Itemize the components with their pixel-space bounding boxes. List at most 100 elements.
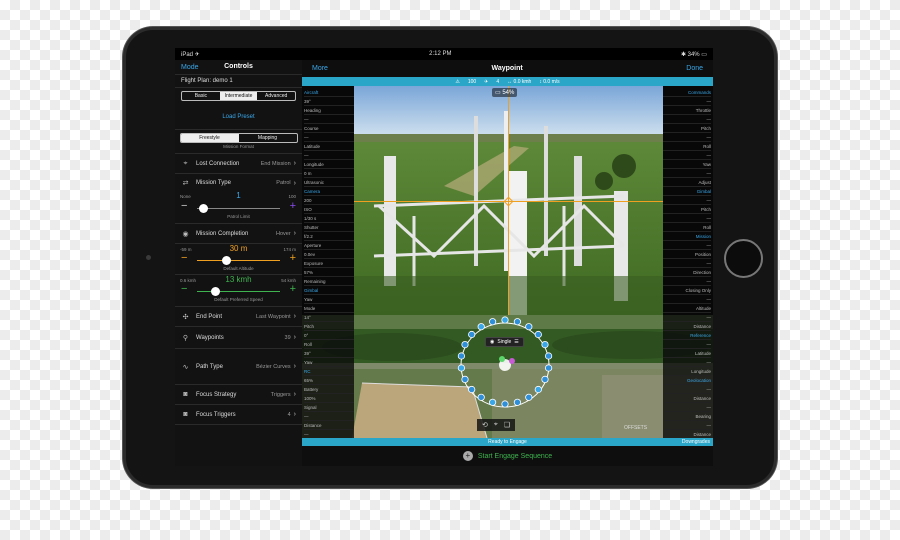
slider-knob[interactable] [199, 204, 209, 213]
waypoint-marker[interactable] [457, 364, 465, 372]
telemetry-left-heading: Camera [304, 187, 354, 196]
telemetry-right-item: Adjust [663, 178, 711, 187]
waypoint-marker[interactable] [525, 323, 533, 331]
telemetry-right-item: Yaw [663, 160, 711, 169]
telemetry-right-item: — [663, 214, 711, 223]
tab-advanced[interactable]: Advanced [257, 92, 295, 100]
waypoint-marker[interactable] [513, 398, 521, 406]
single-mode-button[interactable]: ◉ Single ☰ [485, 337, 524, 347]
waypoint-marker[interactable] [513, 318, 521, 326]
waypoint-marker[interactable] [501, 400, 509, 408]
slider-knob[interactable] [221, 256, 231, 265]
flight-plan-name[interactable]: Flight Plan: demo 1 [175, 74, 302, 88]
chevron-right-icon: › [293, 411, 296, 418]
telemetry-left-item: 0.0ev [304, 250, 354, 259]
tab-freestyle[interactable]: Freestyle [180, 134, 239, 142]
mission-completion-row[interactable]: ◉ Mission Completion Hover › [175, 224, 302, 244]
tab-mapping[interactable]: Mapping [239, 134, 297, 142]
waypoint-marker[interactable] [501, 316, 509, 324]
minus-icon[interactable]: − [181, 200, 187, 212]
done-button[interactable]: Done [686, 65, 703, 72]
front-camera [146, 255, 151, 260]
tab-intermediate[interactable]: Intermediate [219, 92, 258, 100]
waypoint-marker[interactable] [545, 364, 553, 372]
focus-triggers-value: 4 [287, 411, 291, 418]
telemetry-left-item: 57% [304, 268, 354, 277]
waypoint-marker[interactable] [477, 323, 485, 331]
plus-icon[interactable]: + [290, 283, 296, 295]
telemetry-right-item: — [663, 385, 711, 394]
slider-knob[interactable] [210, 287, 220, 296]
lost-connection-label: Lost Connection [196, 160, 240, 167]
status-bar: iPad ✈ 2:12 PM ✱ 34% ▭ [175, 48, 713, 60]
plus-icon[interactable]: + [290, 200, 296, 212]
telemetry-left-item: 14° [304, 313, 354, 322]
tab-basic[interactable]: Basic [182, 92, 220, 100]
telemetry-right-item: — [663, 259, 711, 268]
waypoint-marker[interactable] [541, 375, 549, 384]
lost-connection-row[interactable]: ⌖ Lost Connection End Mission › [175, 154, 302, 174]
poi-marker[interactable] [509, 358, 515, 364]
waypoint-marker[interactable] [461, 340, 469, 349]
telemetry-left-item: ISO [304, 205, 354, 214]
status-left: iPad ✈ [181, 51, 200, 58]
offsets-label[interactable]: OFFSETS [624, 425, 647, 431]
waypoint-marker[interactable] [468, 330, 476, 339]
camera-feed[interactable] [354, 86, 663, 315]
telemetry-left-item: 39° [304, 349, 354, 358]
load-preset-button[interactable]: Load Preset [222, 114, 254, 120]
load-preset-row[interactable]: Load Preset [175, 104, 302, 130]
home-button[interactable] [724, 239, 763, 278]
aircraft-marker[interactable] [499, 356, 505, 362]
end-point-row[interactable]: ✣ End Point Last Waypoint › [175, 307, 302, 327]
minus-icon[interactable]: − [181, 283, 187, 295]
telemetry-right-item: Roll [663, 223, 711, 232]
waypoint-marker[interactable] [477, 393, 485, 401]
mission-format-caption: Mission Format [223, 144, 254, 149]
swap-arrows-icon: ⇄ [182, 180, 189, 187]
history-icon[interactable]: ⟲ [482, 421, 488, 429]
waypoint-marker[interactable] [534, 330, 542, 339]
waypoint-marker[interactable] [461, 375, 469, 384]
telemetry-right-heading: Mission [663, 232, 711, 241]
telemetry-left-item: Longitude [304, 160, 354, 169]
telemetry-right-heading: Reference [663, 331, 711, 340]
zoom-fit-icon[interactable]: ⌖ [494, 421, 498, 429]
waypoint-marker[interactable] [541, 340, 549, 349]
waypoint-marker[interactable] [468, 385, 476, 394]
mission-type-label: Mission Type [196, 180, 231, 186]
waypoint-marker[interactable] [545, 352, 553, 360]
telemetry-left-item: Battery [304, 385, 354, 394]
telemetry-left-item: — [304, 430, 354, 438]
minus-icon[interactable]: − [181, 252, 187, 264]
engage-button[interactable]: Start Engage Sequence [478, 453, 552, 460]
downgrades-label[interactable]: Downgrades [682, 438, 710, 446]
focus-strategy-row[interactable]: ◙ Focus Strategy Triggers › [175, 385, 302, 405]
telemetry-right-heading: Commands [663, 88, 711, 97]
status-time: 2:12 PM [429, 51, 452, 57]
waypoints-row[interactable]: ⚲ Waypoints 39 › [175, 327, 302, 349]
path-type-row[interactable]: ∿ Path Type Bézier Curves › [175, 349, 302, 385]
telemetry-right-item: — [663, 340, 711, 349]
plus-icon[interactable]: + [290, 252, 296, 264]
speed-slider[interactable]: − + [175, 283, 302, 297]
waypoint-marker[interactable] [457, 352, 465, 360]
more-button[interactable]: More [312, 65, 328, 72]
curve-icon: ∿ [182, 363, 189, 371]
patrol-limit-slider[interactable]: − + [175, 200, 302, 214]
telemetry-right-item: Pitch [663, 124, 711, 133]
mission-type-row[interactable]: ⇄ Mission Type Patrol › [175, 174, 302, 192]
waypoint-marker[interactable] [534, 385, 542, 394]
layers-icon[interactable]: ❏ [504, 421, 510, 429]
telemetry-left-heading: Gimbal [304, 286, 354, 295]
telemetry-left-item: Signal [304, 403, 354, 412]
waypoint-marker[interactable] [489, 318, 497, 326]
telemetry-left: Aircraft 39° Heading — Course — Latitude — Longi… [302, 86, 354, 438]
engage-bar[interactable]: + Start Engage Sequence [302, 446, 713, 466]
focus-triggers-row[interactable]: ◙ Focus Triggers 4 › [175, 405, 302, 425]
waypoint-marker[interactable] [525, 393, 533, 401]
target-icon: ◉ [182, 230, 189, 238]
waypoint-marker[interactable] [489, 398, 497, 406]
patrol-limit-value: 1 [236, 191, 241, 200]
altitude-slider[interactable]: − + [175, 252, 302, 266]
